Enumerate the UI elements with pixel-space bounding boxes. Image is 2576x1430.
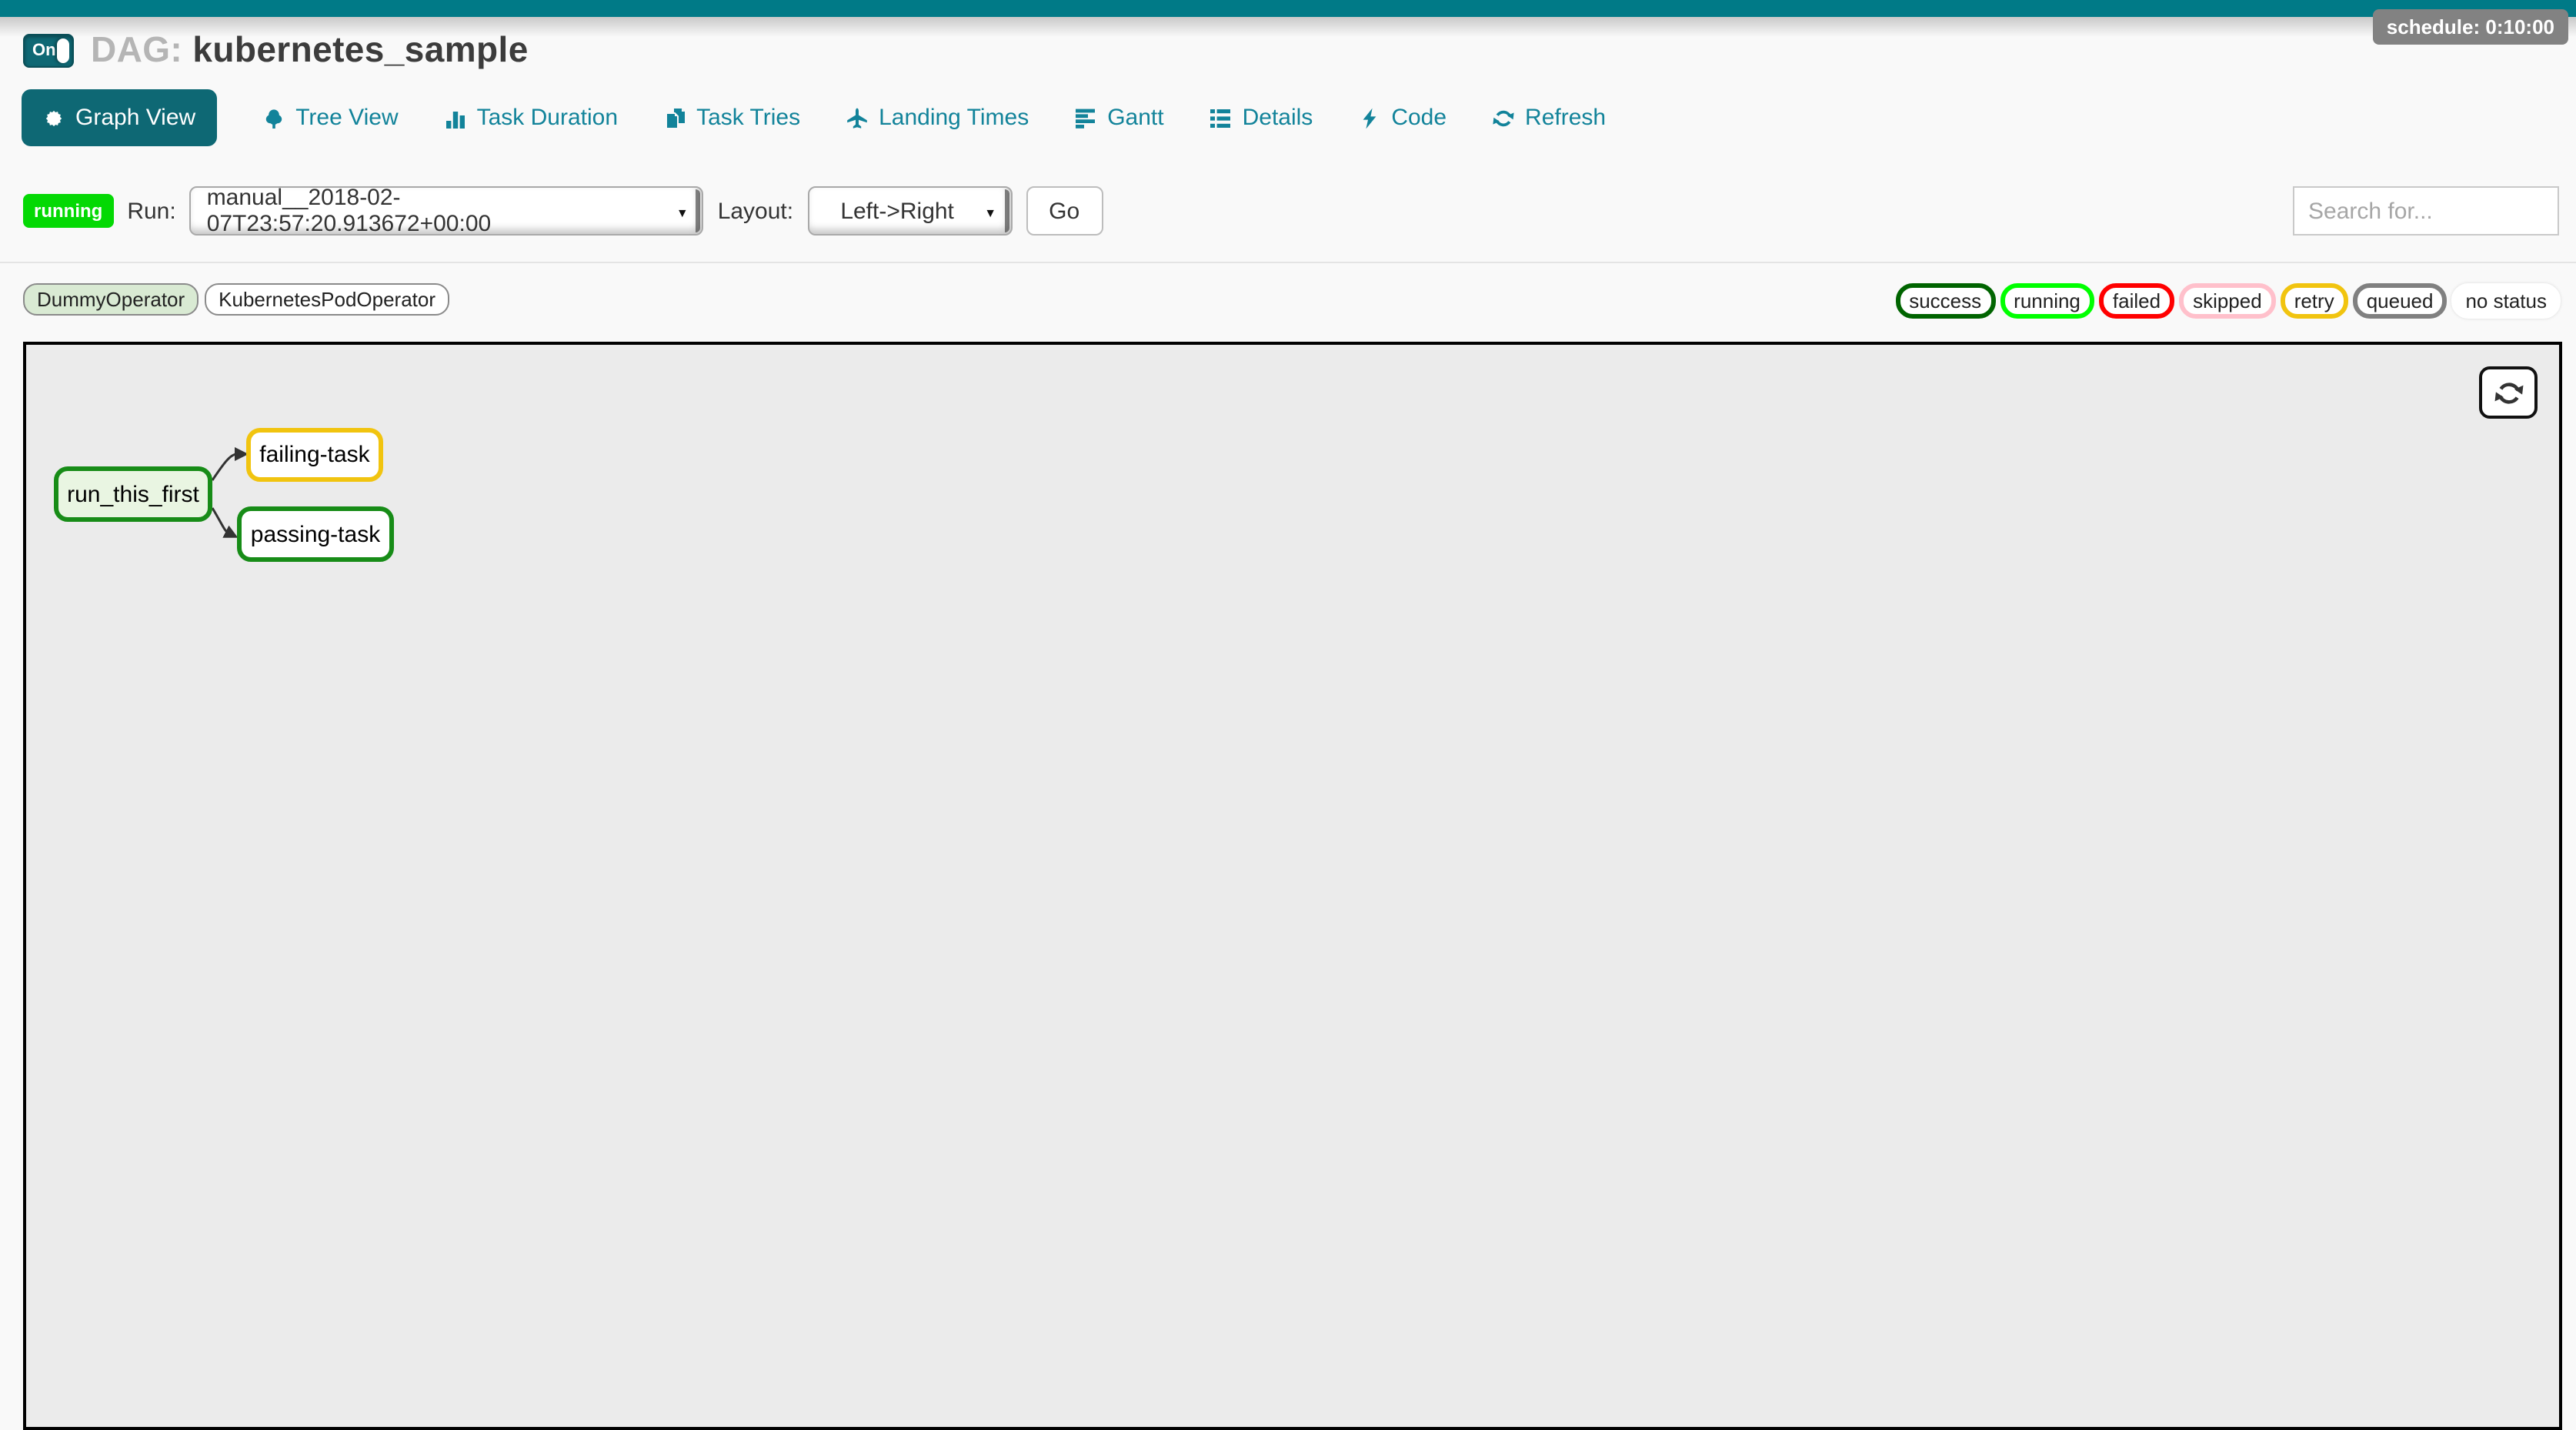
status-pill-running: running: [2000, 283, 2094, 319]
page-title: DAG: kubernetes_sample: [91, 29, 529, 71]
tab-label: Gantt: [1107, 105, 1163, 131]
dag-header: On DAG: kubernetes_sample: [0, 29, 2576, 71]
task-node-run-this-first[interactable]: run_this_first: [54, 466, 212, 522]
dag-on-off-toggle[interactable]: On: [23, 33, 74, 67]
legend-row: DummyOperator KubernetesPodOperator succ…: [23, 283, 2561, 319]
status-pill-skipped: skipped: [2179, 283, 2276, 319]
run-controls: running Run: manual__2018-02-07T23:57:20…: [23, 186, 2576, 236]
run-select[interactable]: manual__2018-02-07T23:57:20.913672+00:00: [190, 186, 704, 236]
bar-chart-icon: [445, 107, 466, 129]
operator-pill-dummy: DummyOperator: [23, 283, 199, 316]
dag-prefix-label: DAG:: [91, 29, 182, 69]
task-node-passing-task[interactable]: passing-task: [237, 506, 394, 562]
layout-select-value: Left->Right: [840, 198, 954, 224]
list-icon: [1210, 107, 1232, 129]
tab-landing-times[interactable]: Landing Times: [846, 105, 1029, 131]
run-label: Run:: [127, 198, 175, 224]
operator-legend: DummyOperator KubernetesPodOperator: [23, 283, 449, 316]
bolt-icon: [1359, 107, 1380, 129]
tab-graph-view[interactable]: Graph View: [22, 89, 217, 146]
tab-label: Task Tries: [696, 105, 800, 131]
tab-details[interactable]: Details: [1210, 105, 1313, 131]
airflow-dag-page: On DAG: kubernetes_sample schedule: 0:10…: [0, 0, 2576, 1430]
tab-label: Landing Times: [879, 105, 1029, 131]
refresh-icon: [1493, 107, 1514, 129]
schedule-badge: schedule: 0:10:00: [2373, 9, 2568, 45]
view-tabs: Graph View Tree View Task Duration Task …: [22, 89, 2576, 146]
tab-label: Details: [1243, 105, 1313, 131]
status-legend: success running failed skipped retry que…: [1895, 283, 2561, 319]
dagrun-state-badge: running: [23, 194, 113, 228]
go-button[interactable]: Go: [1026, 186, 1103, 236]
tab-label: Graph View: [75, 105, 195, 131]
tab-task-duration[interactable]: Task Duration: [445, 105, 618, 131]
sunburst-icon: [43, 107, 65, 129]
tab-task-tries[interactable]: Task Tries: [664, 105, 800, 131]
graph-refresh-button[interactable]: [2479, 366, 2538, 419]
tab-label: Task Duration: [477, 105, 618, 131]
plane-icon: [846, 107, 868, 129]
select-edge-bar: [1004, 189, 1009, 232]
toggle-on-label: On: [32, 41, 56, 59]
align-left-icon: [1075, 107, 1096, 129]
tab-gantt[interactable]: Gantt: [1075, 105, 1163, 131]
tab-refresh[interactable]: Refresh: [1493, 105, 1606, 131]
run-select-value: manual__2018-02-07T23:57:20.913672+00:00: [207, 185, 662, 237]
status-pill-retry: retry: [2281, 283, 2348, 319]
tab-tree-view[interactable]: Tree View: [263, 105, 398, 131]
operator-pill-kubernetespod: KubernetesPodOperator: [205, 283, 449, 316]
dag-name: kubernetes_sample: [192, 29, 528, 69]
tab-code[interactable]: Code: [1359, 105, 1446, 131]
status-pill-failed: failed: [2099, 283, 2174, 319]
layout-label: Layout:: [718, 198, 793, 224]
toggle-knob: [57, 38, 69, 62]
select-edge-bar: [696, 189, 701, 232]
tab-label: Refresh: [1525, 105, 1606, 131]
task-node-failing-task[interactable]: failing-task: [246, 428, 383, 482]
status-pill-queued: queued: [2353, 283, 2448, 319]
section-divider: [0, 262, 2576, 263]
search-input[interactable]: [2293, 186, 2559, 236]
copy-icon: [664, 107, 686, 129]
tree-icon: [263, 107, 285, 129]
layout-select[interactable]: Left->Right: [807, 186, 1012, 236]
graph-canvas[interactable]: run_this_first failing-task passing-task: [23, 342, 2562, 1430]
refresh-icon: [2494, 378, 2523, 407]
status-pill-no-status: no status: [2451, 283, 2561, 319]
tab-label: Tree View: [295, 105, 398, 131]
tab-label: Code: [1391, 105, 1446, 131]
navbar-strip: [0, 0, 2576, 17]
status-pill-success: success: [1895, 283, 1995, 319]
